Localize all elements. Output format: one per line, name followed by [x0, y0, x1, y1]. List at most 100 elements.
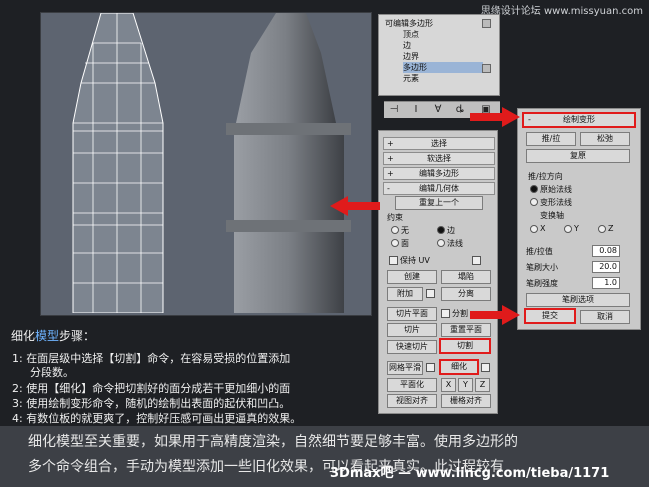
- constraint-face-label: 面: [401, 239, 409, 248]
- title-prefix: 细化: [11, 329, 36, 343]
- grid-align-button[interactable]: 栅格对齐: [441, 394, 491, 408]
- attach-list-icon[interactable]: [426, 289, 435, 298]
- step-4: 4: 有数位板的就更爽了，控制好压感可画出更逼真的效果。: [12, 412, 302, 425]
- brush-strength-spinner[interactable]: 1.0: [592, 277, 620, 289]
- constraint-face-radio[interactable]: [391, 239, 399, 247]
- relax-button[interactable]: 松弛: [580, 132, 630, 146]
- title-suffix: 步骤：: [59, 329, 96, 343]
- detach-button[interactable]: 分离: [441, 287, 491, 301]
- planar-x-button[interactable]: X: [441, 378, 456, 392]
- deformed-normals-radio[interactable]: [530, 198, 538, 206]
- constraint-normal-radio[interactable]: [437, 239, 445, 247]
- original-normals-radio[interactable]: [530, 185, 538, 193]
- pin-stack-icon[interactable]: ⊣: [388, 104, 400, 116]
- collapse-button[interactable]: 塌陷: [441, 270, 491, 284]
- repeat-last-button[interactable]: 重复上一个: [395, 196, 483, 210]
- axis-z-label: Z: [608, 224, 614, 233]
- stack-item-border[interactable]: 边界: [403, 51, 513, 62]
- cancel-button[interactable]: 取消: [580, 310, 630, 324]
- cut-button[interactable]: 切割: [439, 338, 491, 354]
- paint-deformation-rollout[interactable]: - 绘制变形: [522, 112, 636, 128]
- original-normals-label: 原始法线: [540, 185, 572, 194]
- meshsmooth-button[interactable]: 网格平滑: [387, 361, 423, 375]
- shaded-tower-model: [226, 13, 351, 313]
- create-button[interactable]: 创建: [387, 270, 437, 284]
- axis-y-radio[interactable]: [564, 225, 572, 233]
- meshsmooth-settings-icon[interactable]: [426, 363, 435, 372]
- direction-label: 推/拉方向: [528, 172, 563, 181]
- split-checkbox[interactable]: [441, 309, 450, 318]
- step-3: 3: 使用绘制变形命令，随机的绘制出表面的起伏和凹凸。: [12, 397, 291, 410]
- stack-item-polygon[interactable]: 多边形: [403, 62, 483, 73]
- arrow-right-icon: [470, 305, 520, 325]
- stack-item-edge[interactable]: 边: [403, 40, 513, 51]
- viewport[interactable]: [40, 12, 372, 316]
- slice-plane-button[interactable]: 切片平面: [387, 307, 437, 321]
- quickslice-button[interactable]: 快速切片: [387, 340, 437, 354]
- constraint-none-label: 无: [401, 226, 409, 235]
- planar-y-button[interactable]: Y: [458, 378, 473, 392]
- remove-modifier-icon[interactable]: ȡ: [454, 104, 466, 116]
- push-pull-button[interactable]: 推/拉: [526, 132, 576, 146]
- push-value-label: 推/拉值: [526, 247, 553, 256]
- arrow-left-icon: [330, 196, 380, 216]
- tessellate-button[interactable]: 细化: [439, 359, 479, 375]
- make-unique-icon[interactable]: ∀: [432, 104, 444, 116]
- attach-button[interactable]: 附加: [387, 287, 423, 301]
- tessellate-settings-icon[interactable]: [481, 363, 490, 372]
- split-label: 分割: [452, 309, 468, 318]
- axis-y-label: Y: [574, 224, 579, 233]
- modifier-stack[interactable]: 可编辑多边形 顶点 边 边界 多边形 元素: [378, 14, 500, 96]
- rollout-edit-geometry[interactable]: - 编辑几何体: [383, 182, 495, 195]
- make-planar-button[interactable]: 平面化: [387, 378, 437, 392]
- rollout-minus-icon: -: [528, 115, 531, 124]
- deformed-normals-label: 变形法线: [540, 198, 572, 207]
- transform-axis-label: 变换轴: [540, 211, 564, 220]
- constraint-edge-radio[interactable]: [437, 226, 445, 234]
- polygon-level-icon[interactable]: [482, 64, 491, 73]
- stack-visibility-icon[interactable]: [482, 19, 491, 28]
- view-align-button[interactable]: 视图对齐: [387, 394, 437, 408]
- watermark-bottom: 3Dmax吧 — www.lincg.com/tieba/1171: [330, 466, 610, 481]
- watermark-top: 思缘设计论坛 www.missyuan.com: [480, 6, 643, 17]
- constraint-normal-label: 法线: [447, 239, 463, 248]
- stack-item-vertex[interactable]: 顶点: [403, 29, 513, 40]
- preserve-uv-checkbox[interactable]: [389, 256, 398, 265]
- show-end-result-icon[interactable]: Ⅰ: [410, 104, 422, 116]
- steps-title: 细化模型步骤：: [11, 327, 95, 344]
- slice-button[interactable]: 切片: [387, 323, 437, 337]
- axis-z-radio[interactable]: [598, 225, 606, 233]
- constraint-none-radio[interactable]: [391, 226, 399, 234]
- constraints-label: 约束: [387, 213, 403, 222]
- stack-item-element[interactable]: 元素: [403, 73, 513, 84]
- planar-z-button[interactable]: Z: [475, 378, 490, 392]
- command-panel: + 选择 + 软选择 + 编辑多边形 - 编辑几何体 重复上一个 约束 无 边 面 法线…: [378, 130, 498, 414]
- brush-size-label: 笔刷大小: [526, 263, 558, 272]
- brush-strength-label: 笔刷强度: [526, 279, 558, 288]
- axis-x-radio[interactable]: [530, 225, 538, 233]
- brush-options-button[interactable]: 笔刷选项: [526, 293, 630, 307]
- title-highlight: 模型: [35, 329, 60, 343]
- step-2: 2: 使用【细化】命令把切割好的面分成若干更加细小的面: [12, 382, 291, 395]
- constraint-edge-label: 边: [447, 226, 455, 235]
- paint-deformation-panel: - 绘制变形 推/拉 松弛 复原 推/拉方向 原始法线 变形法线 变换轴 X Y …: [517, 108, 641, 330]
- rollout-label: 选择: [431, 139, 447, 148]
- paragraph-line-1: 细化模型至关重要，如果用于高精度渲染，自然细节要足够丰富。使用多边形的: [28, 434, 518, 450]
- brush-size-spinner[interactable]: 20.0: [592, 261, 620, 273]
- commit-button[interactable]: 提交: [524, 308, 576, 324]
- rollout-label: 编辑几何体: [419, 184, 459, 193]
- reset-plane-button[interactable]: 重置平面: [441, 323, 491, 337]
- revert-button[interactable]: 复原: [526, 149, 630, 163]
- preserve-uv-settings-icon[interactable]: [472, 256, 481, 265]
- wireframe-tower-model: [72, 13, 164, 313]
- rollout-selection[interactable]: + 选择: [383, 137, 495, 150]
- push-value-spinner[interactable]: 0.08: [592, 245, 620, 257]
- stack-item-editable-poly[interactable]: 可编辑多边形: [385, 18, 495, 29]
- rollout-soft-selection[interactable]: + 软选择: [383, 152, 495, 165]
- rollout-label: 编辑多边形: [419, 169, 459, 178]
- rollout-label: 软选择: [427, 154, 451, 163]
- step-1-cont: 分段数。: [30, 366, 74, 379]
- paint-deformation-title: 绘制变形: [563, 115, 595, 124]
- arrow-right-icon: [470, 107, 520, 127]
- rollout-edit-polygons[interactable]: + 编辑多边形: [383, 167, 495, 180]
